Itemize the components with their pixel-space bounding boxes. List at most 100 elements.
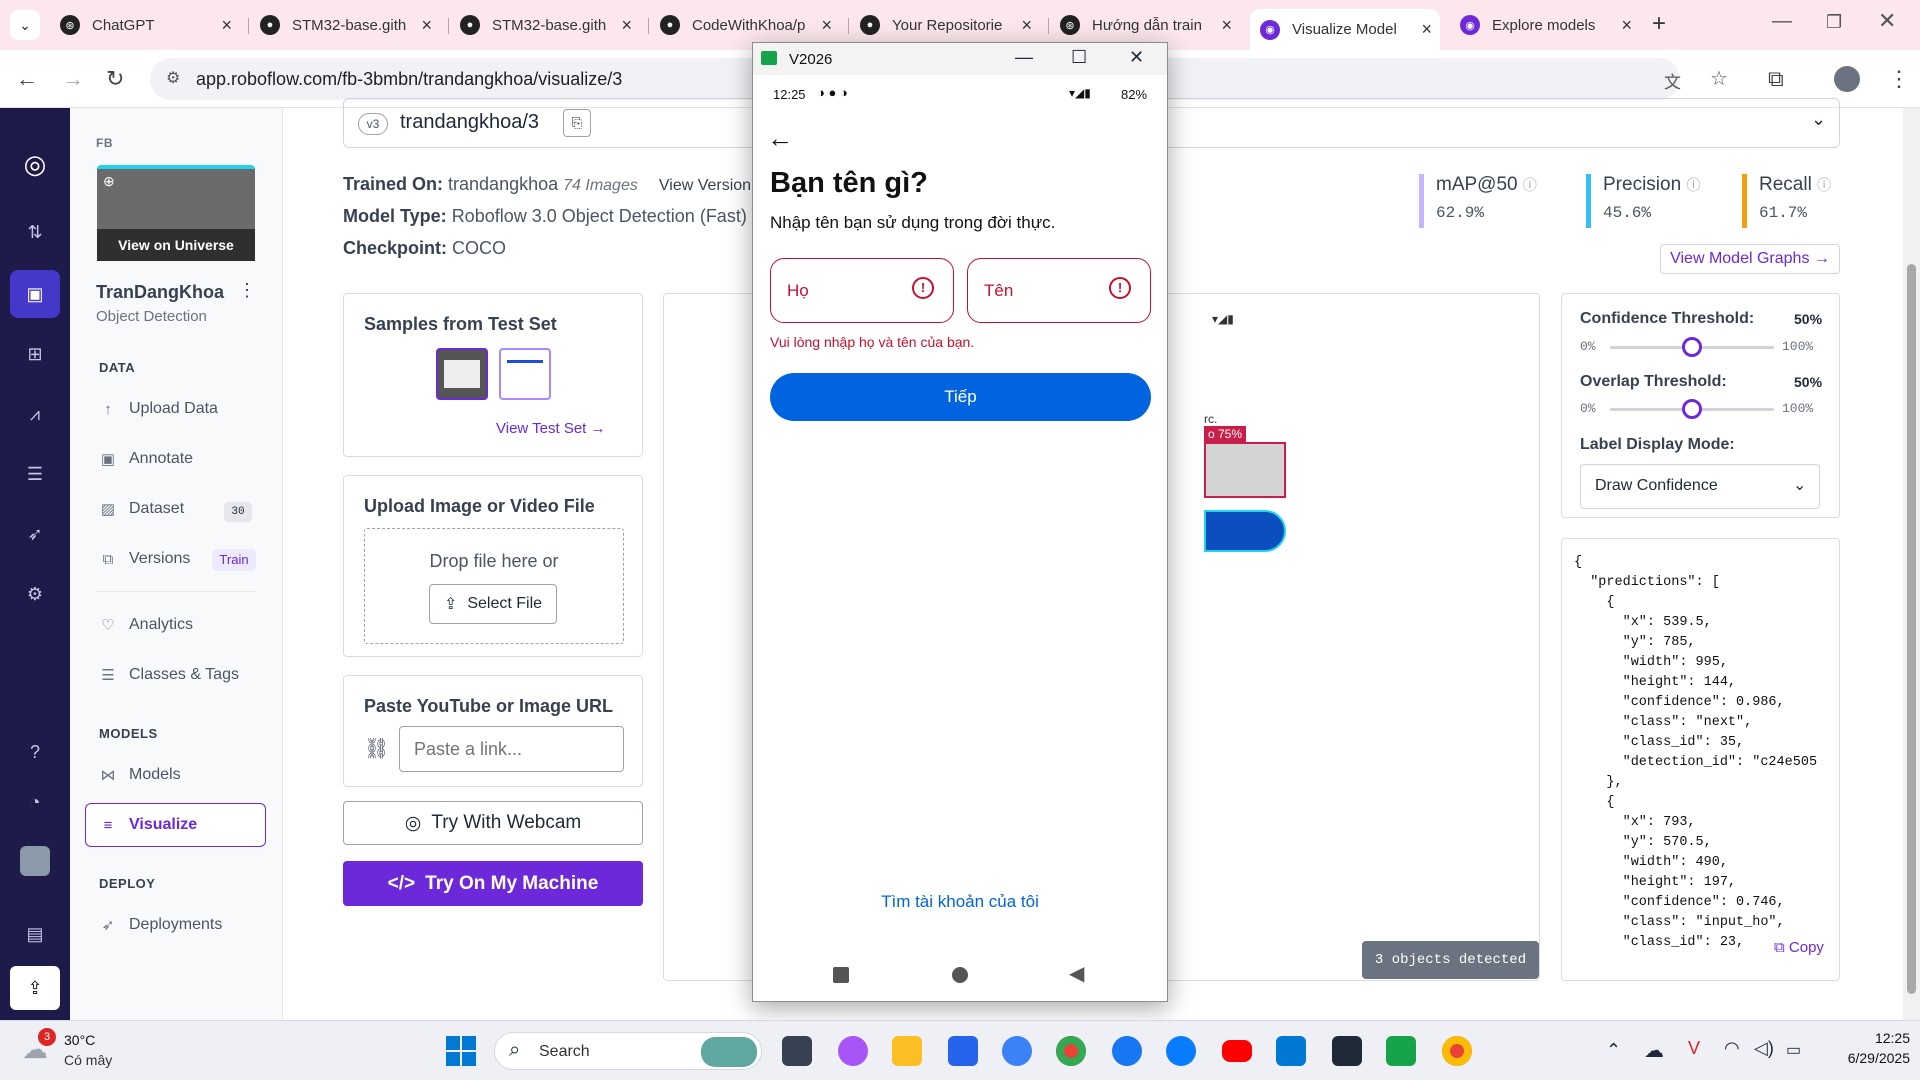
file-explorer-icon[interactable] [892, 1036, 922, 1066]
back-arrow-icon[interactable]: ← [767, 123, 793, 154]
sample-thumbnail-2[interactable] [499, 348, 551, 400]
sidebar-item-dataset[interactable]: ▨ Dataset [99, 500, 184, 518]
new-tab-button[interactable]: + [1652, 10, 1666, 38]
view-on-universe-button[interactable]: View on Universe [97, 229, 255, 261]
find-my-account-link[interactable]: Tìm tài khoản của tôi [753, 892, 1167, 912]
chart-icon[interactable]: ⩘ [21, 400, 49, 428]
view-model-graphs-button[interactable]: View Model Graphs → [1660, 244, 1840, 274]
minimize-button[interactable]: — [1015, 47, 1033, 68]
projects-icon[interactable]: ▣ [10, 270, 60, 318]
list-icon[interactable]: ☰ [21, 460, 49, 488]
recents-nav-icon[interactable] [833, 967, 849, 983]
display-mode-select[interactable]: Draw Confidence ⌄ [1580, 464, 1820, 509]
project-thumbnail[interactable]: ⊕ View on Universe [97, 165, 255, 261]
task-view-icon[interactable] [782, 1036, 812, 1066]
info-icon[interactable]: ⓘ [1523, 177, 1537, 193]
weather-widget[interactable]: ☁ 3 30°C Có mây [16, 1028, 136, 1072]
restore-button[interactable]: ❐ [1826, 12, 1842, 33]
minimize-button[interactable]: — [1772, 10, 1792, 33]
site-info-icon[interactable]: ⚙ [166, 68, 180, 88]
copy-icon[interactable]: ⎘ [563, 109, 591, 137]
try-with-webcam-button[interactable]: ◎ Try With Webcam [343, 801, 643, 845]
user-avatar[interactable] [20, 846, 50, 876]
upload-icon[interactable]: ⇪ [10, 966, 60, 1010]
chrome-icon[interactable] [1056, 1036, 1086, 1066]
youtube-icon[interactable] [1222, 1040, 1252, 1062]
extensions-icon[interactable]: ⧉ [1768, 66, 1784, 92]
rocket-icon[interactable]: ➶ [21, 520, 49, 548]
sidebar-item-models[interactable]: ⋈ Models [99, 766, 181, 784]
try-on-my-machine-button[interactable]: </> Try On My Machine [343, 861, 643, 906]
facebook-icon[interactable] [1112, 1036, 1142, 1066]
close-icon[interactable]: × [821, 15, 832, 36]
translate-icon[interactable]: 文 [1664, 68, 1681, 93]
store-icon[interactable] [948, 1036, 978, 1066]
menu-kebab-icon[interactable]: ⋮ [1888, 66, 1910, 92]
tab-github-2[interactable]: ● STM32-base.gith × [450, 9, 640, 41]
gear-icon[interactable]: ⚙ [21, 580, 49, 608]
copilot-icon[interactable] [838, 1036, 868, 1066]
close-window-button[interactable]: ✕ [1129, 47, 1144, 68]
maximize-button[interactable]: ☐ [1071, 47, 1087, 68]
back-nav-icon[interactable]: ◀ [1069, 961, 1084, 986]
close-icon[interactable]: × [1221, 15, 1232, 36]
start-button[interactable] [446, 1036, 476, 1066]
close-icon[interactable]: × [221, 15, 232, 36]
paste-link-input[interactable] [399, 726, 624, 772]
tab-explore-models[interactable]: ◉ Explore models × [1450, 9, 1640, 41]
overlap-slider-handle[interactable] [1682, 399, 1702, 419]
tab-github-3[interactable]: ● CodeWithKhoa/p × [650, 9, 840, 41]
confidence-slider-handle[interactable] [1682, 337, 1702, 357]
back-arrow-icon[interactable]: ← [16, 66, 38, 92]
close-icon[interactable]: × [621, 15, 632, 36]
grid-icon[interactable]: ⊞ [21, 340, 49, 368]
avatar[interactable] [1834, 66, 1860, 92]
chevron-down-icon[interactable]: ⌄ [1811, 109, 1826, 130]
close-icon[interactable]: × [1021, 15, 1032, 36]
bookmark-star-icon[interactable]: ☆ [1710, 66, 1728, 91]
sidebar-item-analytics[interactable]: ♡ Analytics [99, 616, 193, 634]
sample-thumbnail-1[interactable] [436, 348, 488, 400]
view-test-set-link[interactable]: View Test Set → [496, 420, 606, 437]
tab-chatgpt[interactable]: ⊛ ChatGPT × [50, 9, 240, 41]
wifi-icon[interactable]: ◠ [1724, 1038, 1740, 1059]
info-icon[interactable]: ⓘ [1817, 177, 1831, 193]
messenger-icon[interactable] [1166, 1036, 1196, 1066]
antivirus-icon[interactable]: V [1688, 1038, 1700, 1059]
last-name-field[interactable]: Tên ! [967, 258, 1151, 323]
sidebar-item-versions[interactable]: ⧉ Versions [99, 550, 191, 568]
sort-icon[interactable]: ⇅ [21, 218, 49, 246]
close-icon[interactable]: × [1421, 19, 1432, 40]
terminal-icon[interactable] [1332, 1036, 1362, 1066]
sidebar-item-deployments[interactable]: ➶ Deployments [99, 916, 223, 934]
notification-icon[interactable]: ◔ [21, 788, 49, 816]
train-badge[interactable]: Train [212, 549, 256, 571]
battery-icon[interactable]: ▭ [1786, 1040, 1801, 1060]
close-icon[interactable]: × [1621, 15, 1632, 36]
select-file-button[interactable]: ⇪ Select File [429, 584, 557, 624]
tab-github-1[interactable]: ● STM32-base.gith × [250, 9, 440, 41]
sidebar-item-classes-tags[interactable]: ☰ Classes & Tags [99, 666, 239, 684]
info-icon[interactable]: ⓘ [1686, 177, 1700, 193]
close-icon[interactable]: × [421, 15, 432, 36]
clock[interactable]: 12:25 6/29/2025 [1820, 1030, 1910, 1066]
close-window-button[interactable]: ✕ [1878, 8, 1896, 34]
roboflow-logo-icon[interactable]: ◎ [21, 150, 49, 178]
forward-arrow-icon[interactable]: → [62, 66, 84, 92]
tab-visualize-model[interactable]: ◉ Visualize Model × [1250, 9, 1440, 50]
copy-button[interactable]: ⧉ Copy [1766, 939, 1832, 963]
drop-zone[interactable]: Drop file here or ⇪ Select File [364, 528, 624, 644]
volume-icon[interactable]: ◁) [1754, 1038, 1774, 1059]
sidebar-item-annotate[interactable]: ▣ Annotate [99, 450, 193, 468]
reload-icon[interactable]: ↻ [106, 66, 124, 92]
taskbar-search[interactable]: ⌕ Search [494, 1032, 762, 1070]
next-button[interactable]: Tiếp [770, 373, 1151, 421]
first-name-field[interactable]: Họ ! [770, 258, 954, 323]
tab-search-button[interactable]: ⌄ [10, 10, 40, 40]
view-version-link[interactable]: View Version [659, 177, 751, 194]
sidebar-item-upload-data[interactable]: ↑ Upload Data [99, 400, 218, 418]
vscode-icon[interactable] [1276, 1036, 1306, 1066]
docs-icon[interactable]: ▤ [21, 920, 49, 948]
zalo-icon[interactable] [1002, 1036, 1032, 1066]
chrome-profile-icon[interactable] [1442, 1036, 1472, 1066]
